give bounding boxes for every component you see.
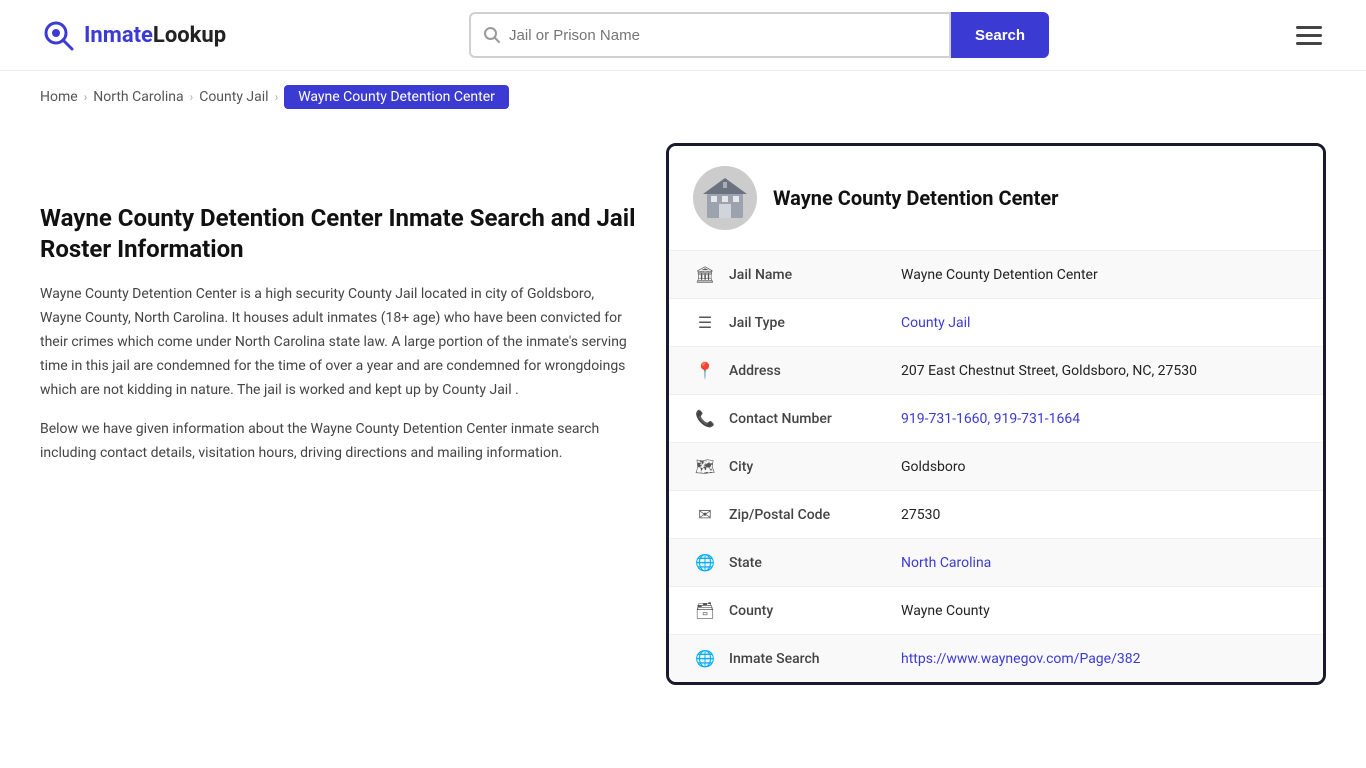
row-value[interactable]: https://www.waynegov.com/Page/382	[901, 651, 1299, 667]
card-facility-name: Wayne County Detention Center	[773, 186, 1058, 210]
logo[interactable]: InmateLookup	[40, 17, 226, 53]
chevron-icon: ›	[275, 90, 279, 104]
city-icon: 🗺	[693, 457, 717, 476]
search-input-wrap	[469, 12, 951, 58]
breadcrumb-home[interactable]: Home	[40, 89, 78, 105]
info-row: 🗺 City Goldsboro	[669, 443, 1323, 491]
info-row: ☰ Jail Type County Jail	[669, 299, 1323, 347]
phone-icon: 📞	[693, 409, 717, 428]
search-bar: Search	[469, 12, 1049, 58]
chevron-icon: ›	[190, 90, 194, 104]
breadcrumb: Home › North Carolina › County Jail › Wa…	[0, 71, 1366, 123]
info-row: 📍 Address 207 East Chestnut Street, Goldsb…	[669, 347, 1323, 395]
info-row: 🌐 Inmate Search https://www.waynegov.com/P…	[669, 635, 1323, 682]
info-row: 🏛 Jail Name Wayne County Detention Center	[669, 251, 1323, 299]
main-content: Wayne County Detention Center Inmate Sea…	[0, 123, 1366, 705]
row-value[interactable]: North Carolina	[901, 555, 1299, 571]
search-input[interactable]	[509, 27, 937, 44]
row-value: 207 East Chestnut Street, Goldsboro, NC,…	[901, 363, 1299, 379]
description-2: Below we have given information about th…	[40, 418, 636, 466]
jail-icon: 🏛	[693, 265, 717, 284]
county-icon: 🗃	[693, 601, 717, 620]
row-label: Address	[729, 363, 889, 379]
header: InmateLookup Search	[0, 0, 1366, 71]
chevron-icon: ›	[84, 90, 88, 104]
info-row: ✉ Zip/Postal Code 27530	[669, 491, 1323, 539]
row-link[interactable]: 919-731-1660, 919-731-1664	[901, 411, 1080, 427]
logo-text: InmateLookup	[84, 23, 226, 48]
address-icon: 📍	[693, 361, 717, 380]
row-label: State	[729, 555, 889, 571]
building-icon	[701, 174, 749, 222]
row-label: Contact Number	[729, 411, 889, 427]
row-link[interactable]: County Jail	[901, 315, 970, 331]
search-icon	[483, 26, 501, 44]
row-label: Inmate Search	[729, 651, 889, 667]
search-button[interactable]: Search	[951, 12, 1049, 58]
breadcrumb-type[interactable]: County Jail	[199, 89, 268, 105]
info-row: 🌐 State North Carolina	[669, 539, 1323, 587]
breadcrumb-current: Wayne County Detention Center	[284, 85, 509, 109]
row-link[interactable]: https://www.waynegov.com/Page/382	[901, 651, 1140, 667]
row-label: Zip/Postal Code	[729, 507, 889, 523]
row-value[interactable]: 919-731-1660, 919-731-1664	[901, 411, 1299, 427]
info-row: 🗃 County Wayne County	[669, 587, 1323, 635]
row-value: Wayne County Detention Center	[901, 267, 1299, 283]
facility-thumbnail	[693, 166, 757, 230]
row-link[interactable]: North Carolina	[901, 555, 991, 571]
row-label: City	[729, 459, 889, 475]
card-header: Wayne County Detention Center	[669, 146, 1323, 251]
zip-icon: ✉	[693, 505, 717, 524]
row-value: Goldsboro	[901, 459, 1299, 475]
inmate-icon: 🌐	[693, 649, 717, 668]
state-icon: 🌐	[693, 553, 717, 572]
breadcrumb-state[interactable]: North Carolina	[93, 89, 183, 105]
left-content: Wayne County Detention Center Inmate Sea…	[40, 143, 636, 482]
info-row: 📞 Contact Number 919-731-1660, 919-731-166…	[669, 395, 1323, 443]
row-value: Wayne County	[901, 603, 1299, 619]
info-rows: 🏛 Jail Name Wayne County Detention Center ☰…	[669, 251, 1323, 682]
facility-card: Wayne County Detention Center 🏛 Jail Name…	[666, 143, 1326, 685]
row-label: Jail Type	[729, 315, 889, 331]
row-value: 27530	[901, 507, 1299, 523]
row-label: Jail Name	[729, 267, 889, 283]
type-icon: ☰	[693, 313, 717, 332]
page-title: Wayne County Detention Center Inmate Sea…	[40, 203, 636, 265]
logo-icon	[40, 17, 76, 53]
row-value[interactable]: County Jail	[901, 315, 1299, 331]
row-label: County	[729, 603, 889, 619]
menu-button[interactable]	[1292, 22, 1326, 49]
description-1: Wayne County Detention Center is a high …	[40, 283, 636, 402]
